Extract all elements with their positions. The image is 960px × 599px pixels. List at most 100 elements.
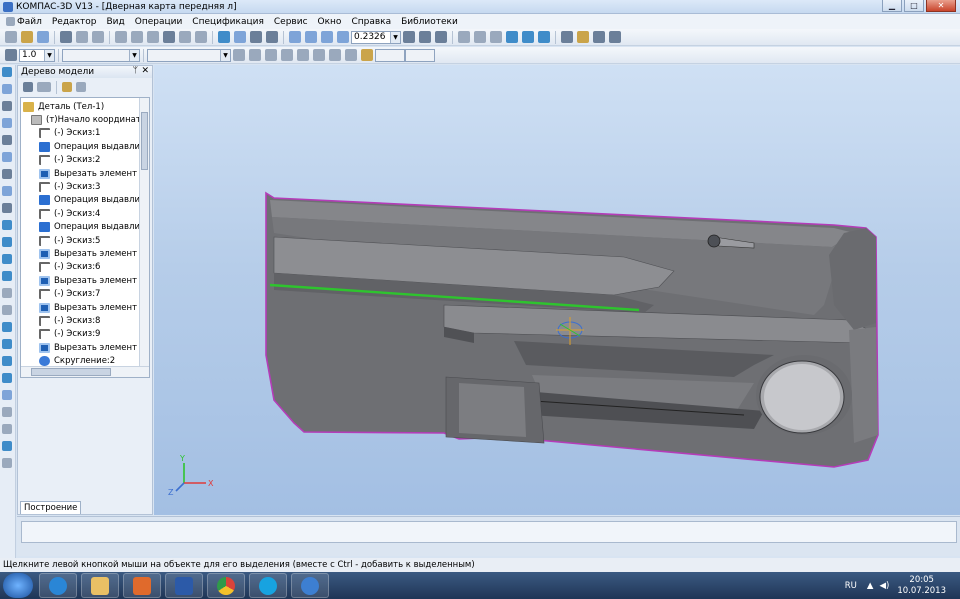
step-combo[interactable]: 1.0 ▼: [19, 48, 55, 62]
coord-x-field[interactable]: [375, 48, 405, 62]
help-icon[interactable]: [266, 31, 278, 43]
properties-icon[interactable]: [163, 31, 175, 43]
tree-item[interactable]: (-) Эскиз:1: [21, 127, 139, 140]
highlight-icon[interactable]: [577, 31, 589, 43]
hole-tool-icon[interactable]: [2, 356, 12, 366]
reports-tool-icon[interactable]: [2, 458, 12, 468]
save-icon[interactable]: [37, 31, 49, 43]
copy-icon[interactable]: [131, 31, 143, 43]
undo-icon[interactable]: [179, 31, 191, 43]
variables-icon[interactable]: [250, 31, 262, 43]
snap-mode-icon[interactable]: [313, 49, 325, 61]
start-button[interactable]: [3, 573, 33, 598]
rib-tool-icon[interactable]: [2, 339, 12, 349]
shell-tool-icon[interactable]: [2, 322, 12, 332]
snap-icon[interactable]: [233, 49, 245, 61]
local-cs-icon[interactable]: [297, 49, 309, 61]
taskbar-chrome[interactable]: [207, 573, 245, 598]
menu-specification[interactable]: Спецификация: [192, 17, 264, 27]
tree-item[interactable]: Вырезать элемент выдавливания: [21, 341, 139, 354]
coords-icon[interactable]: [265, 49, 277, 61]
tree-item[interactable]: Операция выдавливания: [21, 140, 139, 153]
menu-file[interactable]: Файл: [17, 17, 42, 27]
menu-operations[interactable]: Операции: [135, 17, 183, 27]
cut-tool-icon[interactable]: [2, 373, 12, 383]
hidden-lines-icon[interactable]: [474, 31, 486, 43]
menu-window[interactable]: Окно: [318, 17, 342, 27]
tree-filter-icon[interactable]: [62, 82, 72, 92]
tree-horizontal-scrollbar[interactable]: [21, 366, 149, 377]
edit-part-icon[interactable]: [2, 67, 12, 77]
taskbar-skype[interactable]: [249, 573, 287, 598]
round-icon[interactable]: [345, 49, 357, 61]
dimensions-icon[interactable]: [2, 118, 12, 128]
shaded-icon[interactable]: [506, 31, 518, 43]
shaded-edges-icon[interactable]: [522, 31, 534, 43]
tree-item[interactable]: Операция выдавливания: [21, 221, 139, 234]
split-tool-icon[interactable]: [2, 407, 12, 417]
export-icon[interactable]: [92, 31, 104, 43]
tree-item[interactable]: (-) Эскиз:8: [21, 314, 139, 327]
tree-item[interactable]: Вырезать элемент выдавливания: [21, 301, 139, 314]
tree-sort-icon[interactable]: [37, 82, 51, 92]
taskbar-word[interactable]: [165, 573, 203, 598]
menu-editor[interactable]: Редактор: [52, 17, 97, 27]
tree-item[interactable]: (-) Эскиз:5: [21, 234, 139, 247]
curves-icon[interactable]: [2, 135, 12, 145]
model-viewport[interactable]: Y Z X: [154, 65, 960, 515]
measure-icon[interactable]: [593, 31, 605, 43]
surfaces-icon[interactable]: [2, 169, 12, 179]
print-icon[interactable]: [60, 31, 72, 43]
tree-vertical-scrollbar[interactable]: [139, 98, 149, 366]
tree-item[interactable]: (-) Эскиз:7: [21, 287, 139, 300]
tree-item[interactable]: Деталь (Тел-1): [21, 100, 139, 113]
tree-item[interactable]: (-) Эскиз:3: [21, 180, 139, 193]
layer-combo[interactable]: ▼: [62, 48, 140, 62]
thin-lines-icon[interactable]: [490, 31, 502, 43]
open-icon[interactable]: [21, 31, 33, 43]
draft-tool-icon[interactable]: [2, 424, 12, 434]
tree-item[interactable]: Вырезать элемент выдавливания: [21, 247, 139, 260]
ortho-icon[interactable]: [249, 49, 261, 61]
aux-geometry-icon[interactable]: [2, 152, 12, 162]
chamfer-tool-icon[interactable]: [2, 305, 12, 315]
tree-item[interactable]: (-) Эскиз:2: [21, 154, 139, 167]
mirror-tool-icon[interactable]: [2, 390, 12, 400]
close-button[interactable]: ✕: [926, 0, 956, 12]
grid-icon[interactable]: [281, 49, 293, 61]
tab-construction[interactable]: Построение: [20, 501, 82, 514]
zoom-out-icon[interactable]: [321, 31, 333, 43]
cursor-icon[interactable]: [361, 49, 373, 61]
sketch-tool-icon[interactable]: [2, 84, 12, 94]
tree-item[interactable]: Вырезать элемент выдавливания: [21, 274, 139, 287]
cut-icon[interactable]: [115, 31, 127, 43]
tree-item[interactable]: Операция выдавливания: [21, 194, 139, 207]
volume-icon[interactable]: ◀): [879, 581, 889, 591]
style-combo[interactable]: ▼: [147, 48, 231, 62]
tree-settings-icon[interactable]: [76, 82, 86, 92]
door-card-model[interactable]: Y Z X: [154, 65, 960, 515]
filter-icon[interactable]: [561, 31, 573, 43]
pin-icon[interactable]: ᛘ: [133, 66, 138, 76]
arrays-icon[interactable]: [2, 186, 12, 196]
spec-tool-icon[interactable]: [2, 441, 12, 451]
zoom-combo[interactable]: 0.2326 ▼: [351, 30, 401, 44]
pan-icon[interactable]: [403, 31, 415, 43]
tree-item[interactable]: (-) Эскиз:9: [21, 328, 139, 341]
new-doc-icon[interactable]: [5, 31, 17, 43]
perspective-icon[interactable]: [538, 31, 550, 43]
menu-view[interactable]: Вид: [106, 17, 124, 27]
rotate-icon[interactable]: [419, 31, 431, 43]
paste-icon[interactable]: [147, 31, 159, 43]
menu-libraries[interactable]: Библиотеки: [401, 17, 458, 27]
coord-y-field[interactable]: [405, 48, 435, 62]
sheet-metal-icon[interactable]: [2, 203, 12, 213]
language-indicator[interactable]: RU: [845, 581, 857, 591]
tree-structure-icon[interactable]: [23, 82, 33, 92]
zoom-scale-icon[interactable]: [337, 31, 349, 43]
wireframe-icon[interactable]: [458, 31, 470, 43]
fillet-tool-icon[interactable]: [2, 288, 12, 298]
preview-icon[interactable]: [76, 31, 88, 43]
close-panel-icon[interactable]: ✕: [141, 66, 149, 76]
geometry-icon[interactable]: [2, 101, 12, 111]
